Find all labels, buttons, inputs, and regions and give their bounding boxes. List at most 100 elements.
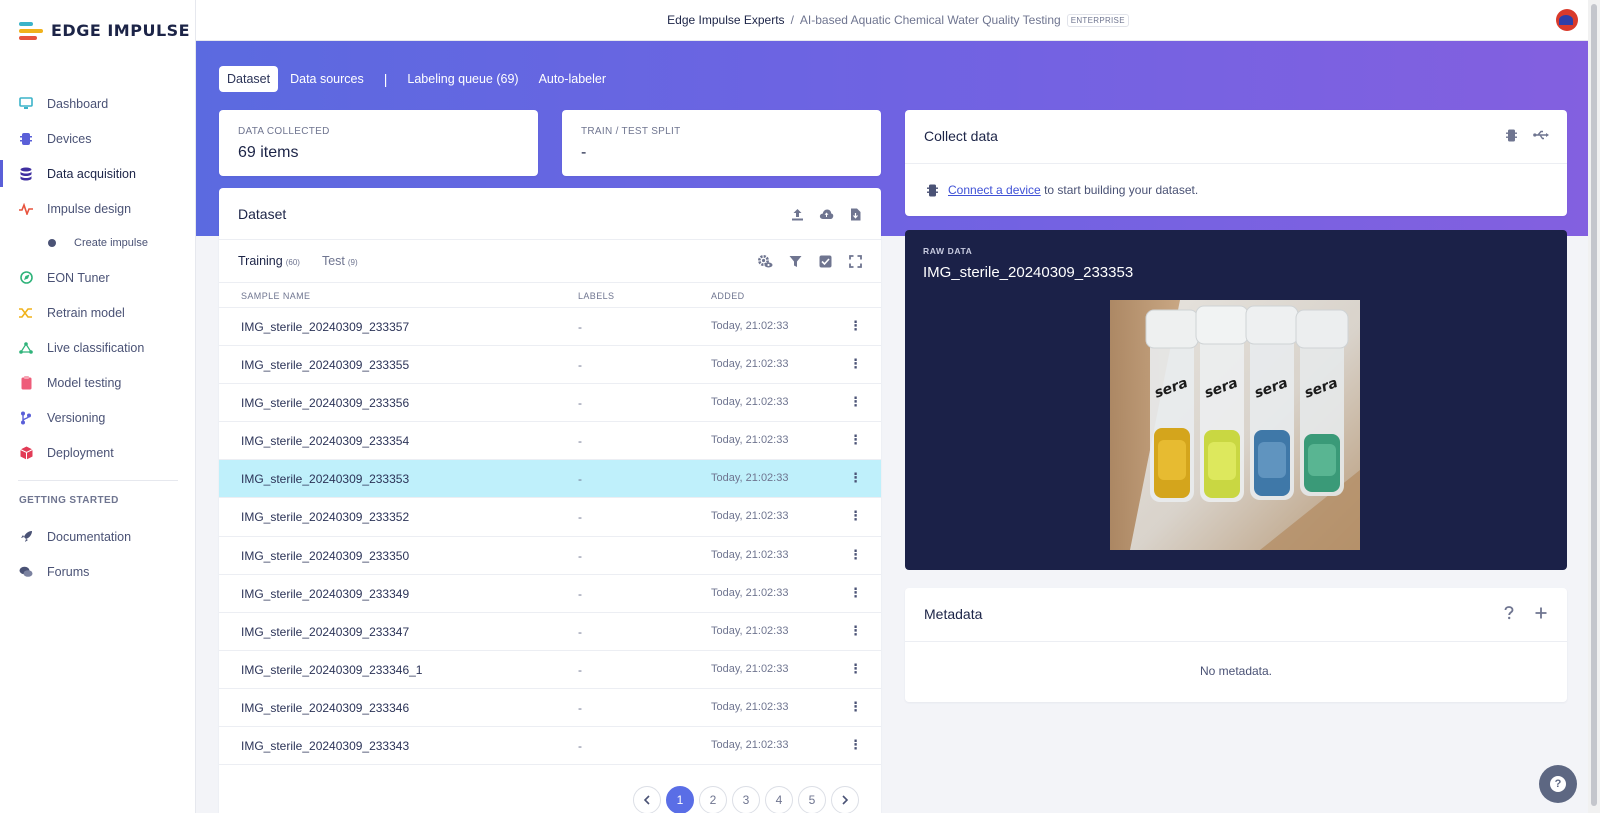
sidebar-item-eon-tuner[interactable]: EON Tuner (0, 260, 196, 295)
sample-image[interactable]: sera sera sera sera (1110, 300, 1360, 550)
sidebar-item-deployment[interactable]: Deployment (0, 435, 196, 470)
sidebar-item-versioning[interactable]: Versioning (0, 400, 196, 435)
expand-icon[interactable] (847, 253, 863, 269)
column-added[interactable]: ADDED (711, 291, 745, 301)
breadcrumb-org[interactable]: Edge Impulse Experts (667, 13, 784, 27)
table-row[interactable]: IMG_sterile_20240309_233350 - Today, 21:02… (219, 537, 881, 575)
clipboard-icon (19, 375, 33, 390)
edge-impulse-logo-icon (19, 21, 43, 40)
added-cell: Today, 21:02:33 (711, 472, 789, 485)
prev-page-button[interactable] (633, 786, 661, 813)
sidebar-subitem-create-impulse[interactable]: Create impulse (0, 226, 196, 260)
dataset-rows: IMG_sterile_20240309_233357 - Today, 21:02… (219, 308, 881, 766)
upload-icon[interactable] (789, 206, 805, 222)
dot-icon (48, 239, 56, 247)
sidebar-item-model-testing[interactable]: Model testing (0, 365, 196, 400)
user-avatar[interactable] (1556, 9, 1578, 31)
connect-device-link[interactable]: Connect a device (948, 183, 1041, 197)
table-row[interactable]: IMG_sterile_20240309_233354 - Today, 21:02… (219, 422, 881, 461)
page-button-4[interactable]: 4 (765, 786, 793, 813)
row-menu-kebab-icon[interactable]: ⋮ (849, 470, 862, 486)
row-menu-kebab-icon[interactable]: ⋮ (849, 508, 862, 524)
tab-auto-labeler[interactable]: Auto-labeler (531, 66, 614, 92)
column-sample-name[interactable]: SAMPLE NAME (241, 291, 310, 301)
added-cell: Today, 21:02:33 (711, 586, 789, 599)
question-icon: ? (1550, 776, 1566, 792)
usb-icon[interactable] (1533, 127, 1549, 143)
logo[interactable]: EDGE IMPULSE (19, 21, 190, 40)
page-scrollbar[interactable] (1588, 0, 1600, 813)
sidebar-item-data-acquisition[interactable]: Data acquisition (0, 156, 196, 191)
dataset-actions (789, 206, 863, 222)
main-nav: Dashboard Devices Data acquisition Impul… (0, 86, 196, 589)
data-collected-value: 69 items (238, 144, 299, 161)
sidebar-item-devices[interactable]: Devices (0, 121, 196, 156)
added-cell: Today, 21:02:33 (711, 548, 789, 561)
page-button-2[interactable]: 2 (699, 786, 727, 813)
page-button-3[interactable]: 3 (732, 786, 760, 813)
add-metadata-icon[interactable] (1533, 605, 1549, 621)
sidebar-item-label: Data acquisition (47, 166, 136, 181)
cube-icon (19, 446, 33, 460)
sidebar-item-impulse-design[interactable]: Impulse design (0, 191, 196, 226)
settings-eye-icon[interactable] (757, 253, 773, 269)
table-row[interactable]: IMG_sterile_20240309_233357 - Today, 21:02… (219, 308, 881, 347)
sidebar-item-live-classification[interactable]: Live classification (0, 330, 196, 365)
tab-labeling-queue[interactable]: Labeling queue (69) (399, 66, 526, 92)
tab-data-sources[interactable]: Data sources (282, 66, 372, 92)
chip-icon[interactable] (1503, 127, 1519, 143)
added-cell: Today, 21:02:33 (711, 358, 789, 371)
labels-cell: - (578, 700, 582, 715)
table-row[interactable]: IMG_sterile_20240309_233353 - Today, 21:02… (219, 460, 881, 499)
sample-name-cell: IMG_sterile_20240309_233346 (241, 700, 410, 715)
table-row[interactable]: IMG_sterile_20240309_233356 - Today, 21:02… (219, 384, 881, 423)
next-page-button[interactable] (831, 786, 859, 813)
compass-icon (19, 271, 33, 285)
row-menu-kebab-icon[interactable]: ⋮ (849, 585, 862, 601)
page-button-1[interactable]: 1 (666, 786, 694, 813)
table-header: SAMPLE NAME LABELS ADDED (219, 282, 881, 308)
sidebar-item-forums[interactable]: Forums (0, 554, 196, 589)
database-icon (19, 167, 33, 181)
pulse-icon (19, 202, 33, 216)
scrollbar-thumb[interactable] (1591, 4, 1597, 806)
sidebar-item-label: Retrain model (47, 305, 125, 320)
row-menu-kebab-icon[interactable]: ⋮ (849, 737, 862, 753)
select-checkbox-icon[interactable] (817, 253, 833, 269)
row-menu-kebab-icon[interactable]: ⋮ (849, 394, 862, 410)
table-row[interactable]: IMG_sterile_20240309_233343 - Today, 21:02… (219, 727, 881, 766)
sidebar-item-documentation[interactable]: Documentation (0, 519, 196, 554)
row-menu-kebab-icon[interactable]: ⋮ (849, 318, 862, 334)
row-menu-kebab-icon[interactable]: ⋮ (849, 661, 862, 677)
table-row[interactable]: IMG_sterile_20240309_233347 - Today, 21:02… (219, 613, 881, 651)
table-row[interactable]: IMG_sterile_20240309_233352 - Today, 21:02… (219, 498, 881, 537)
labels-cell: - (578, 586, 582, 601)
tab-training[interactable]: Training (60) (238, 254, 300, 268)
tab-separator: | (383, 71, 388, 87)
row-menu-kebab-icon[interactable]: ⋮ (849, 699, 862, 715)
sidebar-item-retrain-model[interactable]: Retrain model (0, 295, 196, 330)
row-menu-kebab-icon[interactable]: ⋮ (849, 623, 862, 639)
sidebar-item-label: Model testing (47, 375, 122, 390)
cloud-upload-icon[interactable] (818, 206, 834, 222)
row-menu-kebab-icon[interactable]: ⋮ (849, 547, 862, 563)
tab-test[interactable]: Test (9) (322, 254, 358, 268)
data-acquisition-tabs: Dataset Data sources | Labeling queue (6… (219, 66, 614, 92)
page-button-5[interactable]: 5 (798, 786, 826, 813)
help-chat-button[interactable]: ? (1539, 765, 1577, 803)
column-labels[interactable]: LABELS (578, 291, 614, 301)
dataset-subtabs: Training (60) Test (9) (238, 254, 358, 268)
export-file-icon[interactable] (847, 206, 863, 222)
table-row[interactable]: IMG_sterile_20240309_233346_1 - Today, 21:… (219, 651, 881, 689)
filter-icon[interactable] (787, 253, 803, 269)
sidebar-item-dashboard[interactable]: Dashboard (0, 86, 196, 121)
row-menu-kebab-icon[interactable]: ⋮ (849, 432, 862, 448)
row-menu-kebab-icon[interactable]: ⋮ (849, 356, 862, 372)
breadcrumb-project[interactable]: AI-based Aquatic Chemical Water Quality … (800, 13, 1061, 27)
added-cell: Today, 21:02:33 (711, 396, 789, 409)
table-row[interactable]: IMG_sterile_20240309_233349 - Today, 21:02… (219, 575, 881, 613)
help-question-icon[interactable] (1501, 605, 1517, 621)
tab-dataset[interactable]: Dataset (219, 66, 279, 92)
table-row[interactable]: IMG_sterile_20240309_233355 - Today, 21:02… (219, 346, 881, 385)
table-row[interactable]: IMG_sterile_20240309_233346 - Today, 21:02… (219, 689, 881, 728)
